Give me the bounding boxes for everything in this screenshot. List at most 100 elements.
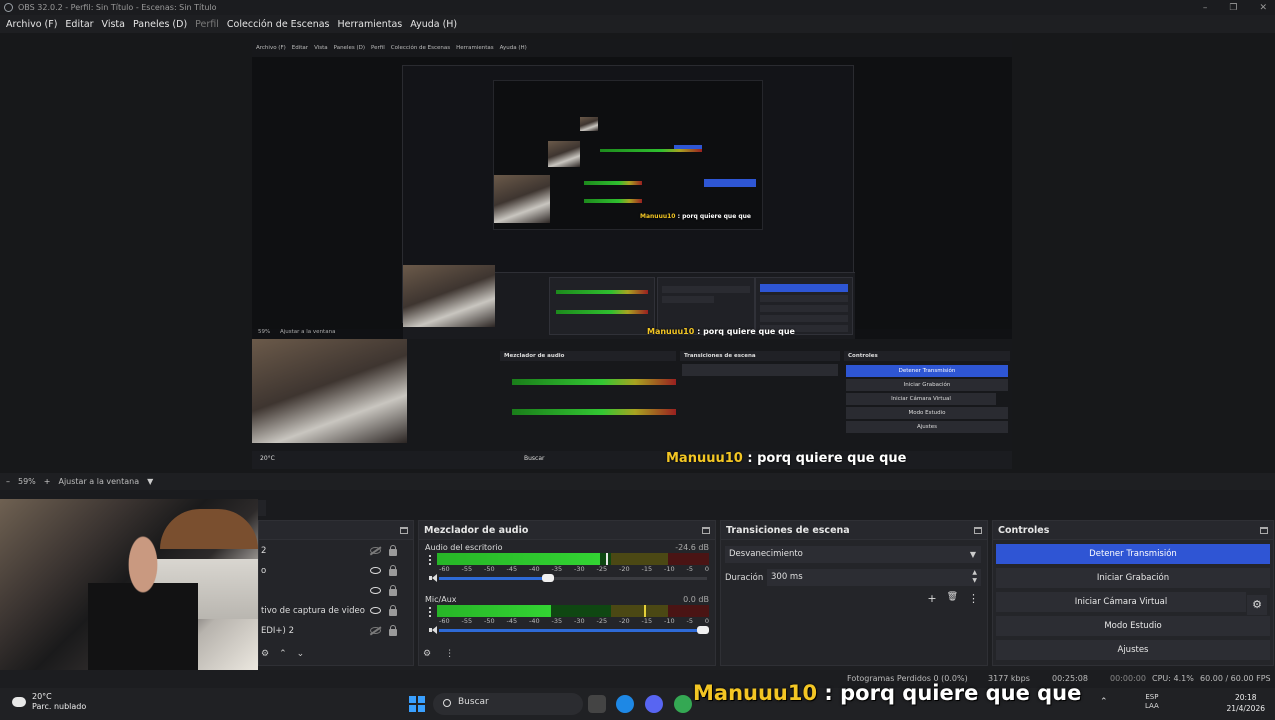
lock-icon[interactable] bbox=[389, 565, 397, 576]
task-view-icon[interactable] bbox=[588, 695, 606, 713]
menu-archivo[interactable]: Archivo (F) bbox=[4, 19, 63, 30]
clock[interactable]: 20:18 21/4/2026 bbox=[1227, 692, 1265, 714]
taskbar-search[interactable]: Buscar bbox=[433, 693, 583, 715]
lock-icon[interactable] bbox=[389, 585, 397, 596]
source-item[interactable]: 2 bbox=[259, 541, 413, 561]
source-item[interactable] bbox=[259, 581, 413, 601]
volume-slider-knob[interactable] bbox=[541, 574, 554, 582]
nested-rec-button: Iniciar Grabación bbox=[846, 379, 1008, 391]
zoom-in-button[interactable]: + bbox=[44, 477, 51, 486]
chevron-up-icon[interactable]: ⌃ bbox=[1100, 697, 1108, 707]
recursive-preview: Manuuu10 : porq quiere que que bbox=[493, 80, 763, 230]
nested-webcam-thumb bbox=[580, 117, 598, 131]
audio-mixer-title: Mezclador de audio bbox=[424, 524, 529, 536]
stop-streaming-button[interactable]: Detener Transmisión bbox=[996, 544, 1270, 564]
nested-menu-item: Herramientas bbox=[456, 45, 494, 51]
nested-webcam-thumb bbox=[252, 339, 407, 443]
volume-meter bbox=[437, 553, 709, 565]
close-button[interactable]: ✕ bbox=[1259, 3, 1267, 13]
nested-screen: Manuuu10 : porq quiere que que Manuuu10 … bbox=[402, 65, 855, 342]
undock-icon[interactable] bbox=[974, 526, 982, 534]
eye-icon[interactable] bbox=[370, 607, 381, 614]
chevron-down-icon[interactable]: ▼ bbox=[147, 477, 153, 486]
zoom-out-button[interactable]: – bbox=[6, 477, 10, 486]
menu-coleccion-escenas[interactable]: Colección de Escenas bbox=[225, 19, 336, 30]
menu-ayuda[interactable]: Ayuda (H) bbox=[408, 19, 463, 30]
eye-hidden-icon[interactable] bbox=[370, 547, 381, 554]
duration-value: 300 ms bbox=[771, 572, 803, 582]
volume-slider[interactable] bbox=[439, 574, 707, 582]
windows-start-icon[interactable] bbox=[409, 696, 425, 712]
lock-icon[interactable] bbox=[389, 605, 397, 616]
weather-widget[interactable]: 20°C Parc. nublado bbox=[9, 692, 87, 712]
menu-herramientas[interactable]: Herramientas bbox=[336, 19, 409, 30]
sources-panel-header bbox=[259, 521, 413, 540]
nested-chat-msg: porq quiere que que bbox=[757, 451, 907, 466]
chevron-down-icon: ▼ bbox=[969, 550, 976, 559]
menu-editar[interactable]: Editar bbox=[63, 19, 99, 30]
mixer-channel-mic: Mic/Aux 0.0 dB -60 -55 -50 -45 -40 -35 -30 -25-… bbox=[423, 595, 711, 641]
start-recording-button[interactable]: Iniciar Grabación bbox=[996, 568, 1270, 588]
sources-footer: ⚙ ⌃ ⌄ bbox=[259, 643, 413, 665]
minimize-button[interactable]: – bbox=[1203, 3, 1208, 13]
duration-input[interactable]: 300 ms ▲ ▼ bbox=[767, 569, 981, 586]
channel-db: 0.0 dB bbox=[683, 595, 709, 604]
duration-spinner-icon[interactable]: ▲ ▼ bbox=[972, 569, 977, 585]
discord-icon[interactable] bbox=[645, 695, 663, 713]
weather-desc: Parc. nublado bbox=[32, 702, 87, 711]
channel-menu-icon[interactable] bbox=[429, 555, 431, 565]
maximize-button[interactable]: ❐ bbox=[1229, 3, 1237, 13]
add-transition-icon[interactable]: + bbox=[927, 592, 936, 605]
source-label: 2 bbox=[261, 546, 267, 556]
studio-mode-button[interactable]: Modo Estudio bbox=[996, 616, 1270, 636]
nested-chat-sep: : bbox=[697, 327, 701, 336]
virtual-camera-settings-icon[interactable]: ⚙ bbox=[1247, 595, 1267, 615]
mixer-menu-icon[interactable]: ⋮ bbox=[445, 649, 454, 659]
clock-date: 21/4/2026 bbox=[1226, 704, 1265, 713]
move-up-icon[interactable]: ⌃ bbox=[279, 649, 287, 659]
title-bar: OBS 32.0.2 - Perfil: Sin Título - Escena… bbox=[0, 0, 1275, 15]
cpu-usage: CPU: 4.1% bbox=[1152, 674, 1194, 683]
nested-meter bbox=[512, 379, 676, 385]
lock-icon[interactable] bbox=[389, 545, 397, 556]
eye-icon[interactable] bbox=[370, 567, 381, 574]
menu-paneles[interactable]: Paneles (D) bbox=[131, 19, 193, 30]
lang-bottom: LAA bbox=[1145, 702, 1159, 710]
language-indicator[interactable]: ESP LAA bbox=[1145, 693, 1159, 711]
channel-menu-icon[interactable] bbox=[429, 607, 431, 617]
eye-hidden-icon[interactable] bbox=[370, 627, 381, 634]
undock-icon[interactable] bbox=[1260, 526, 1268, 534]
trash-icon[interactable]: 🗑 bbox=[947, 592, 958, 605]
program-preview[interactable]: Archivo (F) Editar Vista Paneles (D) Per… bbox=[252, 39, 1012, 469]
move-down-icon[interactable]: ⌄ bbox=[297, 649, 305, 659]
undock-icon[interactable] bbox=[702, 526, 710, 534]
window-controls: – ❐ ✕ bbox=[1203, 0, 1267, 15]
nested-stop-button: Detener Transmisión bbox=[846, 365, 1008, 377]
nested-zoom-text: 59% Ajustar a la ventana bbox=[258, 329, 335, 335]
source-item[interactable]: o bbox=[259, 561, 413, 581]
transition-menu-icon[interactable]: ⋮ bbox=[968, 592, 979, 605]
undock-icon[interactable] bbox=[400, 526, 408, 534]
chrome-icon[interactable] bbox=[674, 695, 692, 713]
scene-transitions-panel: Transiciones de escena Desvanecimiento ▼… bbox=[720, 520, 988, 666]
volume-slider[interactable] bbox=[439, 626, 709, 634]
source-item[interactable]: EDI+) 2 bbox=[259, 621, 413, 641]
eye-icon[interactable] bbox=[370, 587, 381, 594]
source-item[interactable]: tivo de captura de video bbox=[259, 601, 413, 621]
settings-button[interactable]: Ajustes bbox=[996, 640, 1270, 660]
nested-fit: Ajustar a la ventana bbox=[279, 329, 336, 335]
fit-window-label[interactable]: Ajustar a la ventana bbox=[58, 477, 139, 486]
edge-icon[interactable] bbox=[616, 695, 634, 713]
volume-slider-knob[interactable] bbox=[697, 626, 709, 634]
menu-perfil[interactable]: Perfil bbox=[193, 19, 225, 30]
lock-icon[interactable] bbox=[389, 625, 397, 636]
advanced-audio-icon[interactable]: ⚙ bbox=[423, 649, 431, 659]
speaker-icon[interactable] bbox=[429, 574, 438, 582]
source-properties-icon[interactable]: ⚙ bbox=[261, 649, 269, 659]
menu-vista[interactable]: Vista bbox=[100, 19, 131, 30]
scale-tick-label: -5 bbox=[686, 565, 693, 573]
controls-title: Controles bbox=[998, 524, 1050, 536]
start-virtual-camera-button[interactable]: Iniciar Cámara Virtual bbox=[996, 592, 1246, 612]
transition-select[interactable]: Desvanecimiento ▼ bbox=[725, 546, 981, 563]
speaker-icon[interactable] bbox=[429, 626, 438, 634]
